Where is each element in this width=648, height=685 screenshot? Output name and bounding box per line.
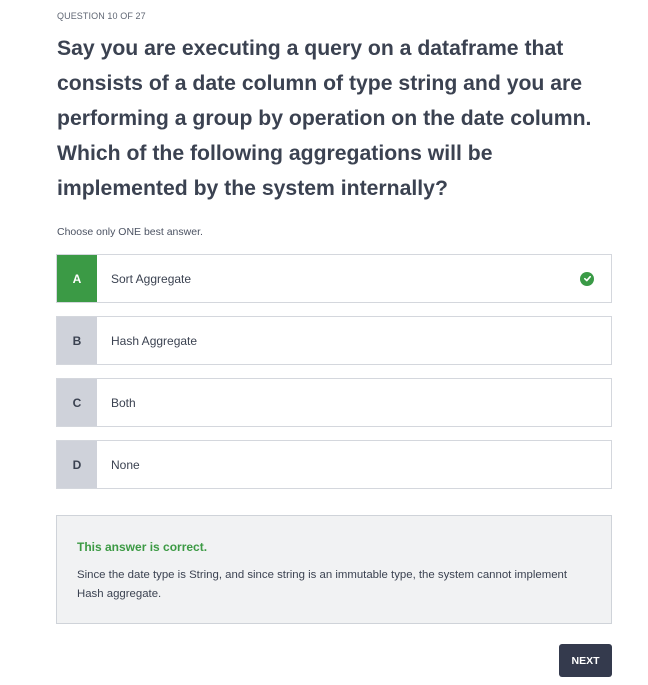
option-letter: A xyxy=(57,255,97,302)
feedback-verdict: This answer is correct. xyxy=(77,540,208,554)
question-text: Say you are executing a query on a dataf… xyxy=(57,37,592,200)
option-letter: C xyxy=(57,379,97,426)
feedback-explanation: Since the date type is String, and since… xyxy=(77,569,568,600)
answer-instruction: Choose only ONE best answer. xyxy=(57,226,203,238)
next-button[interactable]: NEXT xyxy=(559,644,612,677)
check-circle-icon xyxy=(580,271,594,286)
answer-feedback-panel: This answer is correct. Since the date t… xyxy=(56,515,612,624)
option-c[interactable]: C Both xyxy=(56,378,612,427)
option-label: Both xyxy=(111,395,136,410)
option-b[interactable]: B Hash Aggregate xyxy=(56,316,612,365)
option-label: Sort Aggregate xyxy=(111,271,192,286)
option-a[interactable]: A Sort Aggregate xyxy=(56,254,612,303)
option-label: Hash Aggregate xyxy=(111,333,198,348)
question-counter: QUESTION 10 OF 27 xyxy=(57,11,146,21)
option-letter: B xyxy=(57,317,97,364)
option-d[interactable]: D None xyxy=(56,440,612,489)
option-letter: D xyxy=(57,441,97,488)
option-label: None xyxy=(111,457,140,472)
quiz-page: QUESTION 10 OF 27 Say you are executing … xyxy=(0,0,648,685)
